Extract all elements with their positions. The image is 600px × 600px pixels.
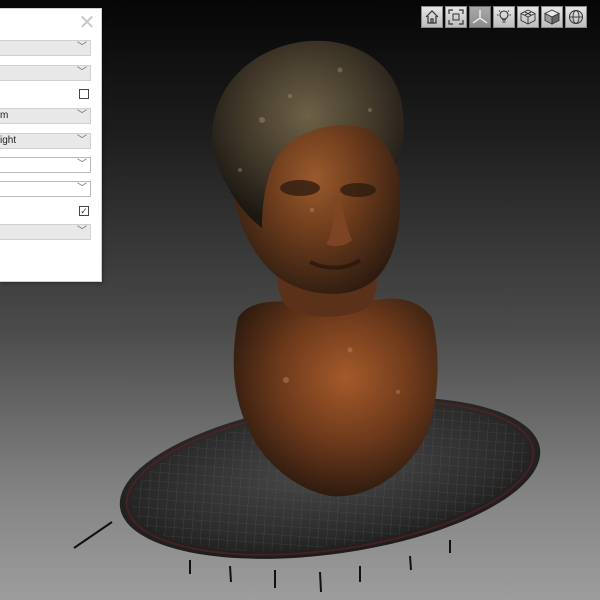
property-dropdown-3[interactable]: m ﹀	[0, 108, 91, 124]
dropdown-value: ight	[0, 135, 17, 146]
home-view-button[interactable]	[421, 6, 443, 28]
checkmark-icon: ✓	[80, 206, 88, 216]
property-dropdown-5[interactable]: ﹀	[0, 157, 91, 173]
wireframe-cube-icon	[520, 9, 536, 25]
home-icon	[425, 10, 439, 24]
lighting-button[interactable]	[493, 6, 515, 28]
chevron-down-icon: ﹀	[77, 42, 87, 53]
sphere-grid-icon	[569, 10, 583, 24]
fit-view-icon	[448, 9, 464, 25]
fit-view-button[interactable]	[445, 6, 467, 28]
sphere-view-button[interactable]	[565, 6, 587, 28]
property-dropdown-7[interactable]: ﹀	[0, 224, 91, 240]
wireframe-mode-button[interactable]	[517, 6, 539, 28]
chevron-down-icon: ﹀	[77, 110, 87, 121]
property-dropdown-4[interactable]: ight ﹀	[0, 133, 91, 149]
lightbulb-icon	[497, 10, 511, 23]
close-icon[interactable]: ✕	[78, 13, 96, 33]
axes-icon	[472, 10, 488, 24]
axes-view-button[interactable]	[469, 6, 491, 28]
property-checkbox-1[interactable]	[79, 89, 89, 99]
chevron-down-icon: ﹀	[77, 226, 87, 237]
3d-viewport[interactable]: ✕ ﹀ ﹀ m ﹀ ight ﹀ ﹀ ﹀ ✓ ﹀	[0, 0, 600, 600]
chevron-down-icon: ﹀	[77, 159, 87, 170]
chevron-down-icon: ﹀	[77, 67, 87, 78]
solid-cube-icon	[544, 9, 560, 25]
chevron-down-icon: ﹀	[77, 135, 87, 146]
view-toolbar	[421, 6, 589, 30]
property-dropdown-2[interactable]: ﹀	[0, 65, 91, 81]
dropdown-value: m	[0, 110, 9, 121]
property-dropdown-6[interactable]: ﹀	[0, 181, 91, 197]
solid-mode-button[interactable]	[541, 6, 563, 28]
properties-panel: ✕ ﹀ ﹀ m ﹀ ight ﹀ ﹀ ﹀ ✓ ﹀	[0, 8, 102, 282]
chevron-down-icon: ﹀	[77, 183, 87, 194]
property-dropdown-1[interactable]: ﹀	[0, 40, 91, 56]
property-checkbox-2[interactable]: ✓	[79, 206, 89, 216]
